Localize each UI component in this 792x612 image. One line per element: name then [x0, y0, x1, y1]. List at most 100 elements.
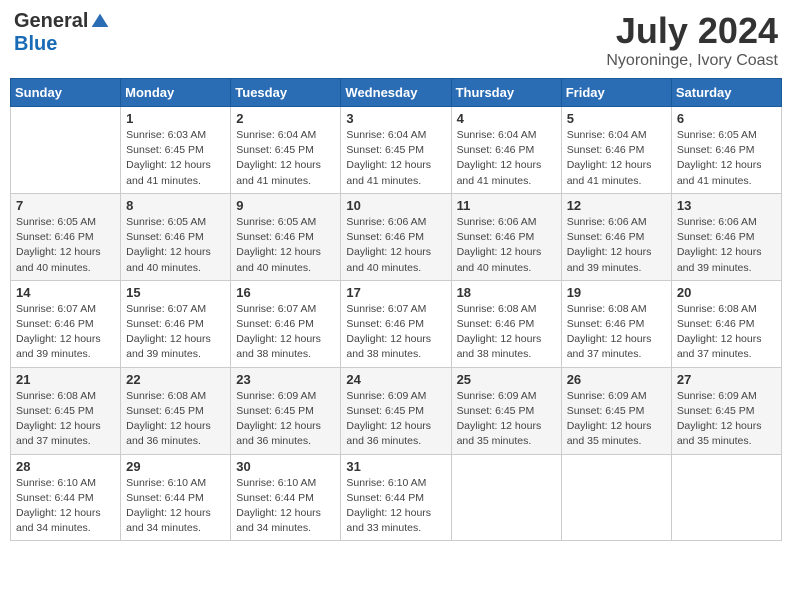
calendar-cell: 30 Sunrise: 6:10 AM Sunset: 6:44 PM Dayli… [231, 454, 341, 541]
calendar-cell: 26Sunrise: 6:09 AM Sunset: 6:45 PM Dayli… [561, 367, 671, 454]
day-info: Sunrise: 6:09 AM Sunset: 6:45 PM Dayligh… [677, 389, 776, 450]
calendar-cell: 29 Sunrise: 6:10 AM Sunset: 6:44 PM Dayli… [121, 454, 231, 541]
day-number: 28 [16, 459, 115, 474]
calendar-cell: 20Sunrise: 6:08 AM Sunset: 6:46 PM Dayli… [671, 280, 781, 367]
calendar-cell: 25Sunrise: 6:09 AM Sunset: 6:45 PM Dayli… [451, 367, 561, 454]
calendar-table: SundayMondayTuesdayWednesdayThursdayFrid… [10, 78, 782, 541]
day-info: Sunrise: 6:03 AM Sunset: 6:45 PM Dayligh… [126, 128, 225, 189]
day-info: Sunrise: 6:09 AM Sunset: 6:45 PM Dayligh… [567, 389, 666, 450]
day-info: Sunrise: 6:10 AM Sunset: 6:44 PM Dayligh… [126, 476, 225, 537]
calendar-cell: 9 Sunrise: 6:05 AM Sunset: 6:46 PM Daylig… [231, 193, 341, 280]
month-year-title: July 2024 [606, 10, 778, 52]
day-number: 30 [236, 459, 335, 474]
weekday-header-sunday: Sunday [11, 79, 121, 107]
calendar-week-row: 21 Sunrise: 6:08 AM Sunset: 6:45 PM Dayli… [11, 367, 782, 454]
calendar-cell: 27Sunrise: 6:09 AM Sunset: 6:45 PM Dayli… [671, 367, 781, 454]
logo-general-text: General [14, 10, 88, 33]
calendar-cell: 12 Sunrise: 6:06 AM Sunset: 6:46 PM Dayli… [561, 193, 671, 280]
calendar-cell [11, 107, 121, 194]
calendar-cell: 4Sunrise: 6:04 AM Sunset: 6:46 PM Daylig… [451, 107, 561, 194]
day-info: Sunrise: 6:08 AM Sunset: 6:46 PM Dayligh… [677, 302, 776, 363]
title-section: July 2024 Nyoroninge, Ivory Coast [606, 10, 778, 70]
day-number: 15 [126, 285, 225, 300]
day-number: 14 [16, 285, 115, 300]
day-number: 3 [346, 111, 445, 126]
day-info: Sunrise: 6:10 AM Sunset: 6:44 PM Dayligh… [16, 476, 115, 537]
day-info: Sunrise: 6:05 AM Sunset: 6:46 PM Dayligh… [126, 215, 225, 276]
calendar-week-row: 28 Sunrise: 6:10 AM Sunset: 6:44 PM Dayli… [11, 454, 782, 541]
day-info: Sunrise: 6:07 AM Sunset: 6:46 PM Dayligh… [236, 302, 335, 363]
calendar-cell: 28 Sunrise: 6:10 AM Sunset: 6:44 PM Dayli… [11, 454, 121, 541]
calendar-cell: 17 Sunrise: 6:07 AM Sunset: 6:46 PM Dayli… [341, 280, 451, 367]
day-number: 2 [236, 111, 335, 126]
day-number: 22 [126, 372, 225, 387]
calendar-cell: 24Sunrise: 6:09 AM Sunset: 6:45 PM Dayli… [341, 367, 451, 454]
calendar-week-row: 14 Sunrise: 6:07 AM Sunset: 6:46 PM Dayli… [11, 280, 782, 367]
calendar-cell: 11 Sunrise: 6:06 AM Sunset: 6:46 PM Dayli… [451, 193, 561, 280]
calendar-cell: 6 Sunrise: 6:05 AM Sunset: 6:46 PM Daylig… [671, 107, 781, 194]
day-info: Sunrise: 6:09 AM Sunset: 6:45 PM Dayligh… [236, 389, 335, 450]
day-number: 10 [346, 198, 445, 213]
day-number: 13 [677, 198, 776, 213]
day-info: Sunrise: 6:08 AM Sunset: 6:46 PM Dayligh… [567, 302, 666, 363]
calendar-week-row: 7 Sunrise: 6:05 AM Sunset: 6:46 PM Daylig… [11, 193, 782, 280]
logo-blue-text: Blue [14, 33, 57, 56]
calendar-cell: 14Sunrise: 6:07 AM Sunset: 6:46 PM Dayli… [11, 280, 121, 367]
day-info: Sunrise: 6:10 AM Sunset: 6:44 PM Dayligh… [346, 476, 445, 537]
weekday-header-row: SundayMondayTuesdayWednesdayThursdayFrid… [11, 79, 782, 107]
day-number: 23 [236, 372, 335, 387]
weekday-header-wednesday: Wednesday [341, 79, 451, 107]
calendar-cell: 31 Sunrise: 6:10 AM Sunset: 6:44 PM Dayli… [341, 454, 451, 541]
calendar-cell: 1Sunrise: 6:03 AM Sunset: 6:45 PM Daylig… [121, 107, 231, 194]
day-info: Sunrise: 6:08 AM Sunset: 6:46 PM Dayligh… [457, 302, 556, 363]
calendar-cell: 8 Sunrise: 6:05 AM Sunset: 6:46 PM Daylig… [121, 193, 231, 280]
day-info: Sunrise: 6:05 AM Sunset: 6:46 PM Dayligh… [236, 215, 335, 276]
logo-icon [90, 12, 110, 32]
day-info: Sunrise: 6:06 AM Sunset: 6:46 PM Dayligh… [457, 215, 556, 276]
day-info: Sunrise: 6:08 AM Sunset: 6:45 PM Dayligh… [126, 389, 225, 450]
day-info: Sunrise: 6:06 AM Sunset: 6:46 PM Dayligh… [567, 215, 666, 276]
day-info: Sunrise: 6:06 AM Sunset: 6:46 PM Dayligh… [677, 215, 776, 276]
page-header: General Blue July 2024 Nyoroninge, Ivory… [10, 10, 782, 70]
day-number: 16 [236, 285, 335, 300]
day-number: 7 [16, 198, 115, 213]
day-info: Sunrise: 6:06 AM Sunset: 6:46 PM Dayligh… [346, 215, 445, 276]
day-number: 8 [126, 198, 225, 213]
weekday-header-friday: Friday [561, 79, 671, 107]
day-number: 5 [567, 111, 666, 126]
day-info: Sunrise: 6:05 AM Sunset: 6:46 PM Dayligh… [677, 128, 776, 189]
day-number: 21 [16, 372, 115, 387]
calendar-cell: 3 Sunrise: 6:04 AM Sunset: 6:45 PM Daylig… [341, 107, 451, 194]
calendar-cell: 19Sunrise: 6:08 AM Sunset: 6:46 PM Dayli… [561, 280, 671, 367]
calendar-cell: 10 Sunrise: 6:06 AM Sunset: 6:46 PM Dayli… [341, 193, 451, 280]
calendar-cell: 22 Sunrise: 6:08 AM Sunset: 6:45 PM Dayli… [121, 367, 231, 454]
day-info: Sunrise: 6:07 AM Sunset: 6:46 PM Dayligh… [346, 302, 445, 363]
day-number: 12 [567, 198, 666, 213]
day-number: 17 [346, 285, 445, 300]
day-number: 9 [236, 198, 335, 213]
calendar-cell: 23 Sunrise: 6:09 AM Sunset: 6:45 PM Dayli… [231, 367, 341, 454]
day-info: Sunrise: 6:09 AM Sunset: 6:45 PM Dayligh… [457, 389, 556, 450]
calendar-week-row: 1Sunrise: 6:03 AM Sunset: 6:45 PM Daylig… [11, 107, 782, 194]
calendar-cell: 21 Sunrise: 6:08 AM Sunset: 6:45 PM Dayli… [11, 367, 121, 454]
calendar-cell: 15Sunrise: 6:07 AM Sunset: 6:46 PM Dayli… [121, 280, 231, 367]
weekday-header-saturday: Saturday [671, 79, 781, 107]
day-number: 18 [457, 285, 556, 300]
day-number: 29 [126, 459, 225, 474]
day-info: Sunrise: 6:08 AM Sunset: 6:45 PM Dayligh… [16, 389, 115, 450]
day-info: Sunrise: 6:04 AM Sunset: 6:46 PM Dayligh… [567, 128, 666, 189]
calendar-cell: 13 Sunrise: 6:06 AM Sunset: 6:46 PM Dayli… [671, 193, 781, 280]
day-number: 11 [457, 198, 556, 213]
day-info: Sunrise: 6:04 AM Sunset: 6:45 PM Dayligh… [346, 128, 445, 189]
day-info: Sunrise: 6:10 AM Sunset: 6:44 PM Dayligh… [236, 476, 335, 537]
location-subtitle: Nyoroninge, Ivory Coast [606, 52, 778, 70]
day-number: 31 [346, 459, 445, 474]
weekday-header-thursday: Thursday [451, 79, 561, 107]
day-info: Sunrise: 6:04 AM Sunset: 6:46 PM Dayligh… [457, 128, 556, 189]
weekday-header-tuesday: Tuesday [231, 79, 341, 107]
day-info: Sunrise: 6:05 AM Sunset: 6:46 PM Dayligh… [16, 215, 115, 276]
weekday-header-monday: Monday [121, 79, 231, 107]
calendar-cell: 16 Sunrise: 6:07 AM Sunset: 6:46 PM Dayli… [231, 280, 341, 367]
day-number: 6 [677, 111, 776, 126]
calendar-cell: 2Sunrise: 6:04 AM Sunset: 6:45 PM Daylig… [231, 107, 341, 194]
